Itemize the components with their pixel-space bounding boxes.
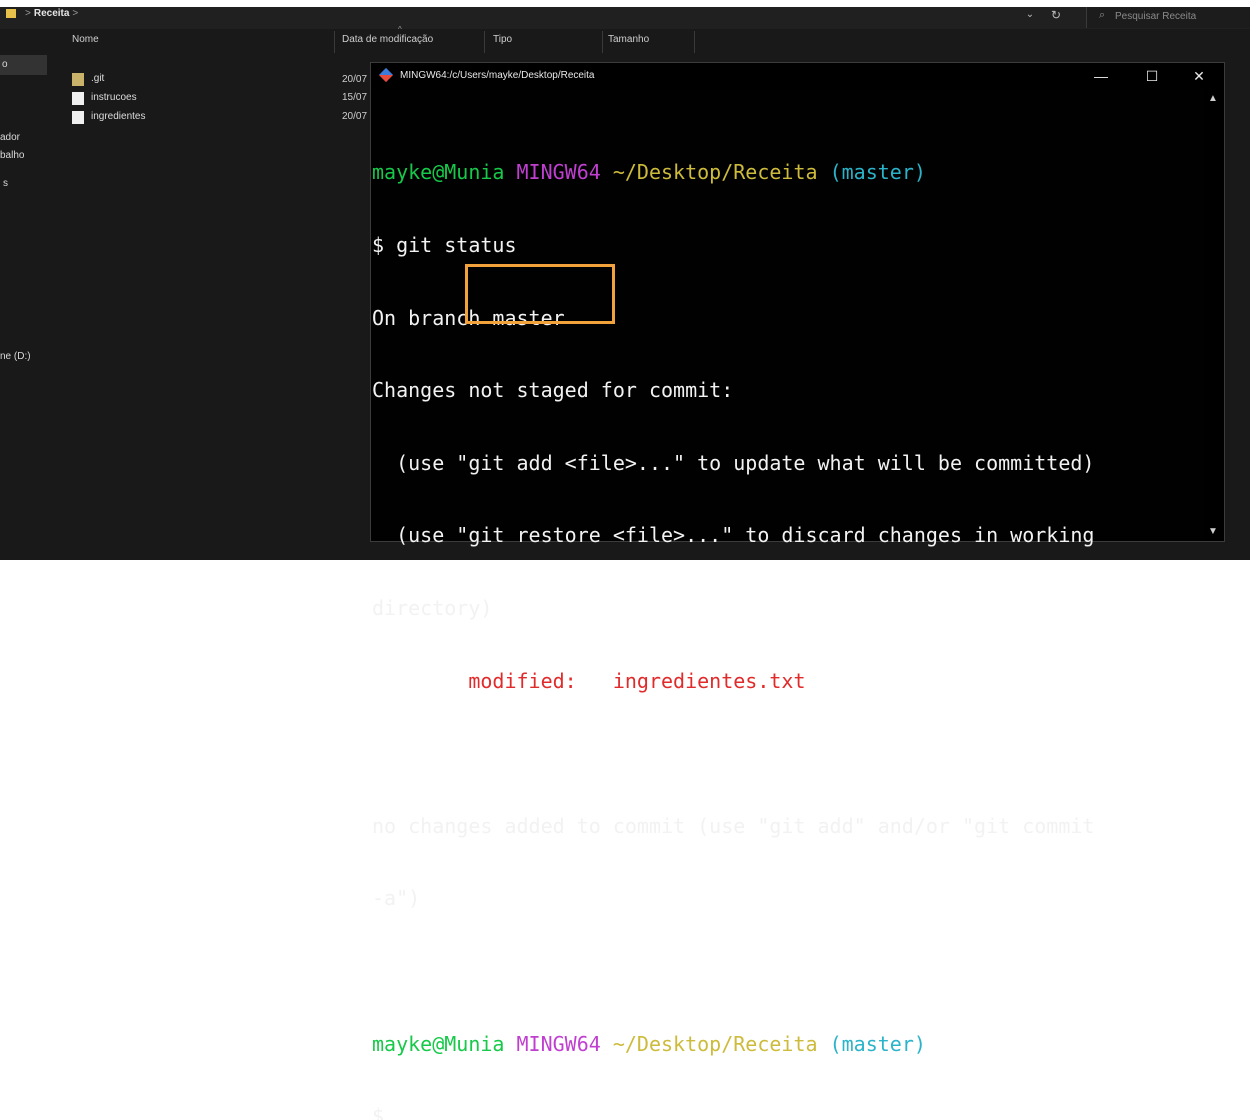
column-header-date[interactable]: Data de modificação	[342, 34, 433, 45]
column-header-size[interactable]: Tamanho	[608, 34, 649, 45]
output-line: Changes not staged for commit:	[372, 378, 734, 403]
column-divider[interactable]	[602, 31, 603, 53]
terminal-title-bar[interactable]: MINGW64:/c/Users/mayke/Desktop/Receita —…	[371, 63, 1224, 89]
minimize-button[interactable]: —	[1081, 66, 1121, 86]
column-divider[interactable]	[334, 31, 335, 53]
maximize-button[interactable]: ☐	[1132, 66, 1172, 86]
document-icon	[72, 92, 84, 105]
file-date: 15/07	[342, 92, 368, 103]
column-header-name[interactable]: Nome	[72, 34, 99, 45]
nav-item-4[interactable]: s	[3, 178, 8, 189]
command-line: $ git status	[372, 233, 517, 257]
output-line: directory)	[372, 595, 493, 620]
output-line: -a")	[372, 886, 421, 911]
modified-file: ingredientes.txt	[612, 668, 806, 693]
breadcrumb-current[interactable]: Receita	[34, 8, 70, 19]
prompt-env: MINGW64	[516, 1031, 601, 1056]
prompt-user: mayke@Munia	[372, 1031, 505, 1056]
scroll-up-icon[interactable]: ▲	[1208, 93, 1218, 104]
file-date: 20/07	[342, 74, 368, 85]
history-dropdown-icon[interactable]: ⌄	[1022, 9, 1038, 25]
search-input[interactable]: ⌕ Pesquisar Receita	[1086, 7, 1250, 28]
modified-line: modified: ingredientes.txt	[372, 669, 1202, 693]
file-date: 20/07	[342, 111, 368, 122]
prompt-line: mayke@Munia MINGW64 ~/Desktop/Receita (m…	[372, 1032, 1202, 1056]
output-line: (use "git add <file>..." to update what …	[372, 450, 1095, 475]
refresh-icon[interactable]: ↻	[1048, 8, 1064, 24]
search-icon: ⌕	[1099, 9, 1106, 21]
terminal-output[interactable]: mayke@Munia MINGW64 ~/Desktop/Receita (m…	[372, 112, 1202, 1120]
close-button[interactable]: ✕	[1179, 66, 1219, 86]
scroll-down-icon[interactable]: ▼	[1208, 526, 1218, 537]
prompt-branch: (master)	[829, 160, 926, 185]
git-bash-icon	[378, 67, 394, 83]
nav-item-1[interactable]: o	[2, 59, 8, 70]
modified-label: modified:	[468, 668, 577, 693]
column-divider[interactable]	[694, 31, 695, 53]
column-divider[interactable]	[484, 31, 485, 53]
prompt-user: mayke@Munia	[372, 160, 505, 185]
output-line: (use "git restore <file>..." to discard …	[372, 523, 1095, 548]
output-line: no changes added to commit (use "git add…	[372, 813, 1095, 838]
folder-icon	[6, 9, 16, 18]
navigation-pane: o ador balho s ne (D:)	[0, 29, 52, 560]
column-header-type[interactable]: Tipo	[493, 34, 512, 45]
git-bash-terminal-window[interactable]: MINGW64:/c/Users/mayke/Desktop/Receita —…	[370, 62, 1225, 1120]
nav-item-2[interactable]: ador	[0, 132, 20, 143]
nav-item-drive[interactable]: ne (D:)	[0, 351, 31, 362]
prompt-path: ~/Desktop/Receita	[612, 160, 818, 185]
terminal-title: MINGW64:/c/Users/mayke/Desktop/Receita	[400, 70, 595, 81]
terminal-scrollbar[interactable]: ▲ ▼	[1204, 89, 1224, 541]
folder-icon	[72, 73, 84, 86]
breadcrumb-trailing: >	[72, 8, 79, 19]
highlight-box	[465, 264, 615, 324]
prompt-env: MINGW64	[516, 160, 601, 185]
file-name: ingredientes	[91, 111, 146, 122]
breadcrumb[interactable]: > Receita >	[22, 8, 81, 19]
breadcrumb-separator: >	[25, 8, 31, 19]
document-icon	[72, 111, 84, 124]
prompt-path: ~/Desktop/Receita	[612, 1031, 818, 1056]
sort-ascending-icon: ^	[398, 25, 402, 34]
file-name: instrucoes	[91, 92, 137, 103]
file-name: .git	[91, 73, 105, 84]
search-placeholder: Pesquisar Receita	[1115, 11, 1197, 22]
nav-item-3[interactable]: balho	[0, 150, 24, 161]
address-bar[interactable]: > Receita > ⌄ ↻ ⌕ Pesquisar Receita	[0, 7, 1250, 30]
final-prompt: $	[372, 1104, 385, 1120]
prompt-line: mayke@Munia MINGW64 ~/Desktop/Receita (m…	[372, 160, 1202, 184]
cropped-heading	[0, 0, 1250, 7]
prompt-branch: (master)	[829, 1031, 926, 1056]
